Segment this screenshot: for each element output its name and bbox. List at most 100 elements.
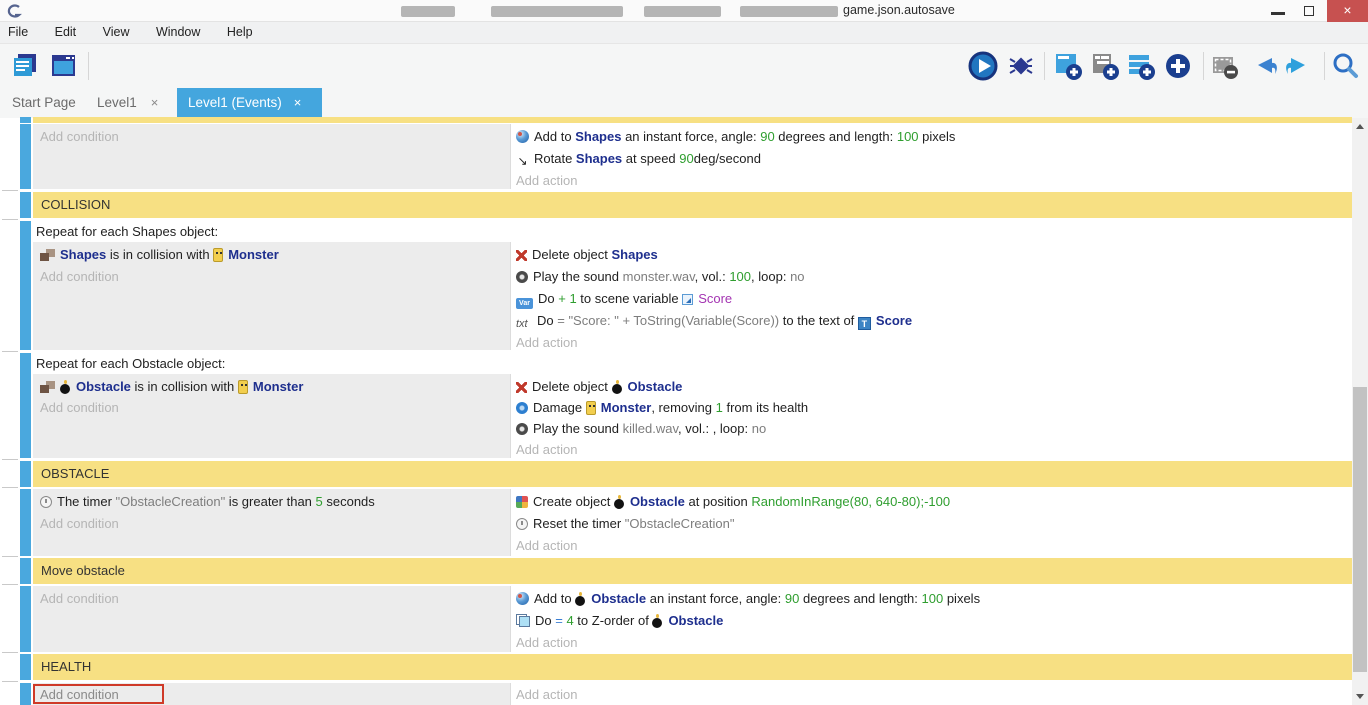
event-block: Repeat for each Shapes object: Shapes is… [33,221,1352,350]
event-handle[interactable] [20,124,31,189]
add-action[interactable]: Add action [516,684,1352,705]
tab-level1-events[interactable]: Level1 (Events)× [177,88,322,118]
force-icon [516,130,529,143]
remove-event-icon[interactable] [1210,51,1240,81]
action-row[interactable]: txtDo = "Score: " + ToString(Variable(Sc… [516,310,1352,332]
menu-edit[interactable]: Edit [44,22,88,43]
restore-button[interactable] [1295,0,1325,22]
title-redacted [401,6,455,17]
action-row[interactable]: ↘Rotate Shapes at speed 90deg/second [516,148,1352,170]
action-row[interactable]: Create object Obstacle at position Rando… [516,491,1352,513]
gutter-tick [2,219,18,220]
event-handle[interactable] [20,353,31,458]
add-condition[interactable]: Add condition [40,513,510,535]
action-row[interactable]: Do = 4 to Z-order of Obstacle [516,610,1352,632]
monster-icon [586,401,596,415]
event-block: Add condition Add action [33,683,1352,705]
gutter-tick [2,681,18,682]
force-icon [516,592,529,605]
menu-view[interactable]: View [92,22,141,43]
scroll-down-arrow[interactable] [1352,689,1368,705]
event-handle[interactable] [20,192,31,218]
add-action[interactable]: Add action [516,170,1352,189]
repeat-event-header[interactable]: Repeat for each Obstacle object: [33,353,1352,374]
event-block: The timer "ObstacleCreation" is greater … [33,489,1352,556]
toolbar-separator [1203,52,1204,80]
event-handle[interactable] [20,683,31,705]
search-icon[interactable] [1330,51,1360,81]
action-row[interactable]: Delete object Shapes [516,244,1352,266]
timer-icon [40,496,52,508]
action-row[interactable]: Reset the timer "ObstacleCreation" [516,513,1352,535]
menu-help[interactable]: Help [216,22,264,43]
scroll-up-arrow[interactable] [1352,118,1368,134]
event-handle[interactable] [20,221,31,350]
repeat-event-header[interactable]: Repeat for each Shapes object: [33,221,1352,242]
action-row[interactable]: Add to Shapes an instant force, angle: 9… [516,126,1352,148]
action-row[interactable]: VarDo + 1 to scene variable Score [516,288,1352,310]
add-condition[interactable]: Add condition [40,126,510,148]
menu-file[interactable]: File [0,22,39,43]
bomb-icon [652,614,663,628]
minimize-button[interactable] [1263,0,1293,22]
event-handle[interactable] [20,489,31,556]
redo-icon[interactable] [1285,51,1315,81]
event-handle[interactable] [20,558,31,584]
scene-editor-icon[interactable] [48,51,78,81]
debug-icon[interactable] [1006,51,1036,81]
scrollbar-thumb[interactable] [1353,387,1367,672]
add-action[interactable]: Add action [516,535,1352,556]
action-row[interactable]: Play the sound killed.wav, vol.: , loop:… [516,418,1352,439]
event-block: Add condition Add to Shapes an instant f… [33,124,1352,189]
menu-window[interactable]: Window [145,22,211,43]
text-object-icon: T [858,317,871,330]
sound-icon [516,271,528,283]
action-row[interactable]: Damage Monster, removing 1 from its heal… [516,397,1352,418]
add-circle-icon[interactable] [1163,51,1193,81]
tab-label: Start Page [12,95,76,110]
toolbar-separator [1324,52,1325,80]
tab-start-page[interactable]: Start Page [12,88,76,118]
add-comment-icon[interactable] [1126,51,1156,81]
tab-level1[interactable]: Level1× [97,88,158,118]
undo-icon[interactable] [1248,51,1278,81]
event-handle[interactable] [20,117,31,123]
condition-row[interactable]: The timer "ObstacleCreation" is greater … [40,491,510,513]
add-condition[interactable]: Add condition [40,397,510,418]
condition-row[interactable]: Obstacle is in collision with Monster [40,376,510,397]
condition-row[interactable]: Shapes is in collision with Monster [40,244,510,266]
action-row[interactable]: Delete object Obstacle [516,376,1352,397]
comment-bar[interactable]: Move obstacle [33,558,1352,584]
event-handle[interactable] [20,654,31,680]
restore-icon [1304,6,1314,16]
play-icon[interactable] [968,51,998,81]
title-redacted [740,6,838,17]
project-manager-icon[interactable] [10,51,40,81]
annotation-red-box [33,684,164,704]
add-action[interactable]: Add action [516,632,1352,652]
actions-column: Add action [510,683,1352,705]
add-condition[interactable]: Add condition [40,266,510,288]
comment-bar[interactable]: OBSTACLE [33,461,1352,487]
action-row[interactable]: Add to Obstacle an instant force, angle:… [516,588,1352,610]
add-event-icon[interactable] [1053,51,1083,81]
tab-close-icon[interactable]: × [151,88,159,118]
add-condition[interactable]: Add condition [40,588,510,610]
close-button[interactable]: × [1327,0,1368,22]
events-sheet: Add condition Add to Shapes an instant f… [0,118,1368,705]
comment-bar-partial[interactable] [33,117,1352,123]
add-action[interactable]: Add action [516,439,1352,458]
gutter-tick [2,459,18,460]
actions-column: Add to Shapes an instant force, angle: 9… [510,124,1352,189]
add-subevent-icon[interactable] [1090,51,1120,81]
event-handle[interactable] [20,586,31,652]
comment-bar[interactable]: HEALTH [33,654,1352,680]
sound-icon [516,423,528,435]
add-action[interactable]: Add action [516,332,1352,350]
action-row[interactable]: Play the sound monster.wav, vol.: 100, l… [516,266,1352,288]
event-handle[interactable] [20,461,31,487]
comment-bar[interactable]: COLLISION [33,192,1352,218]
toolbar-separator [1044,52,1045,80]
tab-close-icon[interactable]: × [294,88,302,118]
gutter-tick [2,190,18,191]
